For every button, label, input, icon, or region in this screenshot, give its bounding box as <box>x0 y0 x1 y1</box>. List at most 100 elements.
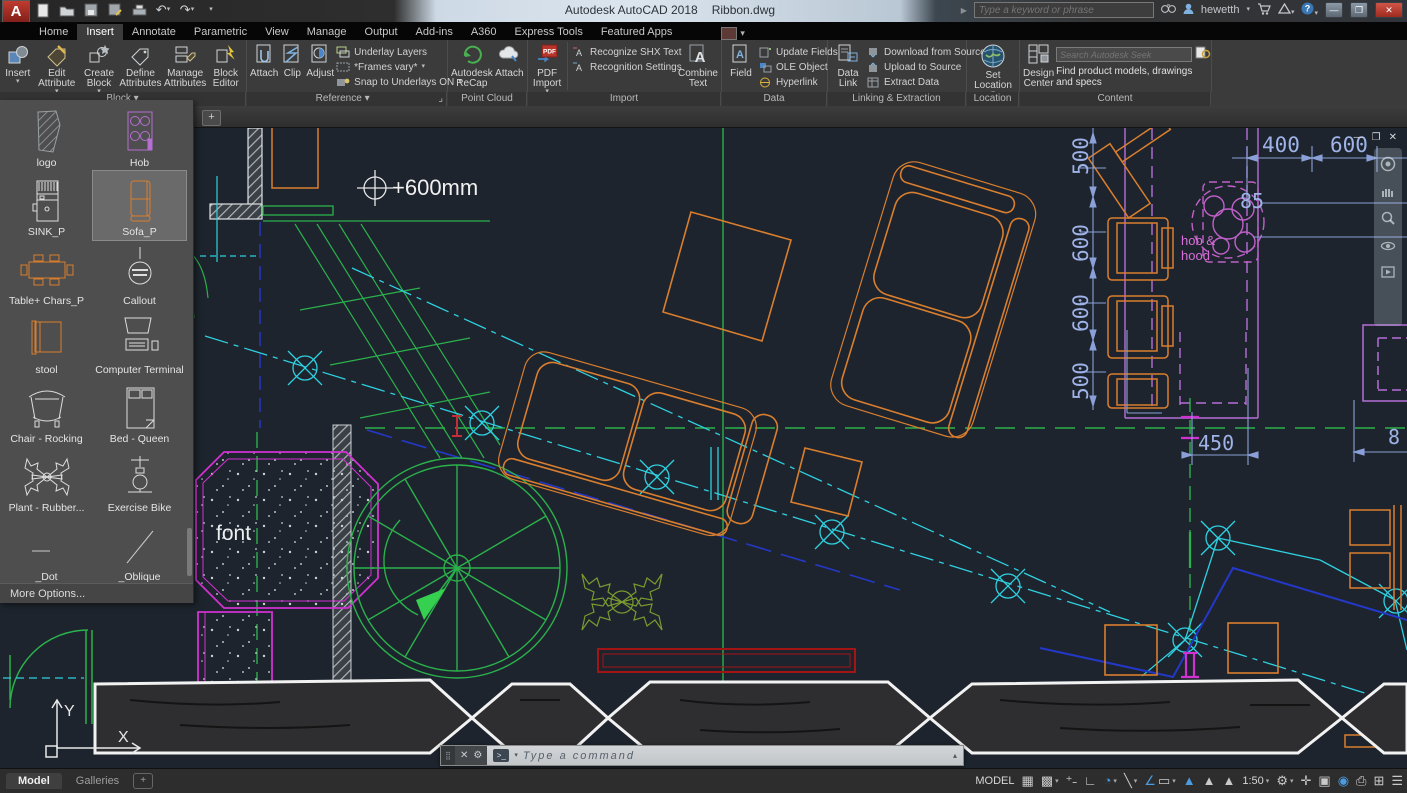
annotation-monitor-icon[interactable]: ✛ <box>1300 769 1311 793</box>
undo-icon[interactable]: ↶ ▾ <box>154 1 172 19</box>
plot-status-icon[interactable]: ⎙ <box>1356 769 1366 793</box>
palette-item-computer-terminal[interactable]: Computer Terminal <box>93 309 186 378</box>
palette-item-stool[interactable]: stool <box>0 309 93 378</box>
palette-item-table-chairs-p[interactable]: Table+ Chars_P <box>0 240 93 309</box>
dwg-restore-icon[interactable]: ❐ <box>1372 132 1381 143</box>
search-binoculars-icon[interactable] <box>1161 3 1176 17</box>
pdf-import-button[interactable]: PDF PDF Import▾ <box>531 42 563 95</box>
new-layout-tab-button[interactable]: + <box>133 773 154 789</box>
palette-item-callout[interactable]: Callout <box>93 240 186 309</box>
new-file-icon[interactable] <box>34 1 52 19</box>
help-icon[interactable]: ? ▾ <box>1301 2 1318 18</box>
galleries-tab[interactable]: Galleries <box>64 773 131 789</box>
define-attributes-button[interactable]: Define Attributes <box>119 42 162 89</box>
edit-attribute-button[interactable]: Edit Attribute▾ <box>35 42 79 95</box>
signin-user-icon[interactable] <box>1183 3 1194 18</box>
ole-object-button[interactable]: OLE Object <box>759 60 828 74</box>
palette-item-bed-queen[interactable]: Bed - Queen <box>93 378 186 447</box>
panel-label-data[interactable]: Data <box>722 92 827 106</box>
graphics-performance-icon[interactable]: ◉ <box>1338 769 1349 793</box>
clean-screen-icon[interactable]: ⊞ <box>1373 769 1384 793</box>
object-snap-tracking-icon[interactable]: ∠ ▭ ▾ <box>1144 769 1175 793</box>
save-icon[interactable] <box>82 1 100 19</box>
infocenter-collapse-icon[interactable]: ▶ <box>961 6 967 15</box>
attach-button[interactable]: Attach <box>250 42 278 79</box>
palette-item-chair-rocking[interactable]: Chair - Rocking <box>0 378 93 447</box>
polar-tracking-icon[interactable]: ◔ ▾ <box>1104 769 1117 793</box>
recent-commands-caret-icon[interactable]: ▾ <box>514 752 518 759</box>
palette-item-logo[interactable]: logo <box>0 102 93 171</box>
workspace-switching-icon[interactable]: ⚙ ▾ <box>1276 769 1293 793</box>
block-editor-button[interactable]: Block Editor <box>209 42 244 89</box>
tab-insert[interactable]: Insert <box>77 24 123 40</box>
tab-view[interactable]: View <box>256 24 298 40</box>
autodesk-seek-search-input[interactable] <box>1056 47 1193 62</box>
snap-to-underlays-dropdown[interactable]: Snap to Underlays ON ▾ <box>336 75 462 89</box>
palette-item-sofa-p[interactable]: Sofa_P <box>92 170 187 241</box>
autodesk-recap-button[interactable]: Autodesk ReCap <box>451 42 493 89</box>
set-location-button[interactable]: Set Location▾ <box>970 42 1016 97</box>
dynamic-input-icon[interactable]: ⁺˗ <box>1066 769 1077 793</box>
pan-hand-icon[interactable] <box>1380 184 1396 198</box>
data-link-button[interactable]: Data Link <box>831 42 865 89</box>
command-line-grip[interactable]: ⣿ <box>441 746 455 765</box>
application-menu-button[interactable]: A <box>2 0 30 24</box>
clip-button[interactable]: Clip <box>280 42 304 79</box>
minimize-button[interactable]: — <box>1325 2 1343 18</box>
ribbon-display-toggle[interactable]: ▾ <box>721 27 745 40</box>
recognition-settings-button[interactable]: A Recognition Settings <box>572 60 682 74</box>
command-customize-icon[interactable]: ⚙ <box>473 750 482 761</box>
qat-customize-icon[interactable]: ▾ <box>202 1 220 19</box>
plot-icon[interactable] <box>130 1 148 19</box>
ortho-mode-icon[interactable]: ∟ <box>1084 769 1097 793</box>
new-drawing-tab-button[interactable]: + <box>202 110 221 126</box>
space-label[interactable]: MODEL <box>975 775 1014 787</box>
panel-label-content[interactable]: Content <box>1020 92 1211 106</box>
redo-icon[interactable]: ↷ ▾ <box>178 1 196 19</box>
restore-button[interactable]: ❐ <box>1350 2 1368 18</box>
drawing-canvas[interactable]: +600mm font hob & hood 400 600 85 450 8 … <box>0 117 1407 768</box>
autodesk-alerts-icon[interactable]: ▾ <box>1277 2 1294 17</box>
model-tab[interactable]: Model <box>6 773 62 789</box>
design-center-button[interactable]: Design Center <box>1023 42 1054 89</box>
zoom-icon[interactable] <box>1380 210 1396 226</box>
snap-mode-icon[interactable]: ▩ ▾ <box>1041 769 1059 793</box>
tab-add-ins[interactable]: Add-ins <box>407 24 462 40</box>
panel-label-reference[interactable]: Reference ▾ ⌟ <box>247 92 447 106</box>
palette-item-sink-p[interactable]: SINK_P <box>0 171 93 240</box>
point-cloud-attach-button[interactable]: Attach <box>495 42 524 79</box>
palette-item-oblique[interactable]: _Oblique <box>93 516 186 585</box>
palette-scrollbar[interactable] <box>187 528 192 576</box>
recognize-shx-text-button[interactable]: A Recognize SHX Text <box>572 45 682 59</box>
download-from-source-button[interactable]: Download from Source <box>867 45 986 59</box>
palette-item-hob[interactable]: Hob <box>93 102 186 171</box>
tab-annotate[interactable]: Annotate <box>123 24 185 40</box>
panel-label-point-cloud[interactable]: Point Cloud <box>448 92 527 106</box>
tab-home[interactable]: Home <box>30 24 77 40</box>
tab-parametric[interactable]: Parametric <box>185 24 256 40</box>
seek-search-button[interactable] <box>1195 45 1211 64</box>
grid-display-icon[interactable]: ▦ <box>1022 769 1034 793</box>
update-fields-button[interactable]: Update Fields <box>759 45 838 59</box>
frames-vary-dropdown[interactable]: *Frames vary* ▾ <box>336 60 454 74</box>
command-close-icon[interactable]: ✕ <box>460 750 468 761</box>
command-input[interactable]: >_ ▾ Type a command ▴ <box>487 746 963 765</box>
tab-manage[interactable]: Manage <box>298 24 356 40</box>
close-button[interactable]: ✕ <box>1375 2 1403 18</box>
adjust-button[interactable]: Adjust <box>306 42 334 79</box>
palette-more-options[interactable]: More Options... <box>0 583 193 603</box>
username-label[interactable]: hewetth <box>1201 4 1240 16</box>
app-store-cart-icon[interactable] <box>1257 2 1271 18</box>
command-expand-icon[interactable]: ▴ <box>953 751 957 760</box>
manage-attributes-button[interactable]: Manage Attributes <box>164 42 207 89</box>
hyperlink-button[interactable]: Hyperlink <box>759 75 823 89</box>
navigation-bar[interactable] <box>1374 148 1402 326</box>
tab-a360[interactable]: A360 <box>462 24 506 40</box>
tab-featured-apps[interactable]: Featured Apps <box>592 24 682 40</box>
autoscale-icon[interactable]: ▲ <box>1203 769 1216 793</box>
orbit-icon[interactable] <box>1380 238 1396 254</box>
navwheel-icon[interactable] <box>1380 156 1396 172</box>
customization-menu-icon[interactable]: ☰ <box>1391 769 1403 793</box>
panel-label-import[interactable]: Import <box>528 92 721 106</box>
infocenter-search-input[interactable] <box>973 2 1154 18</box>
